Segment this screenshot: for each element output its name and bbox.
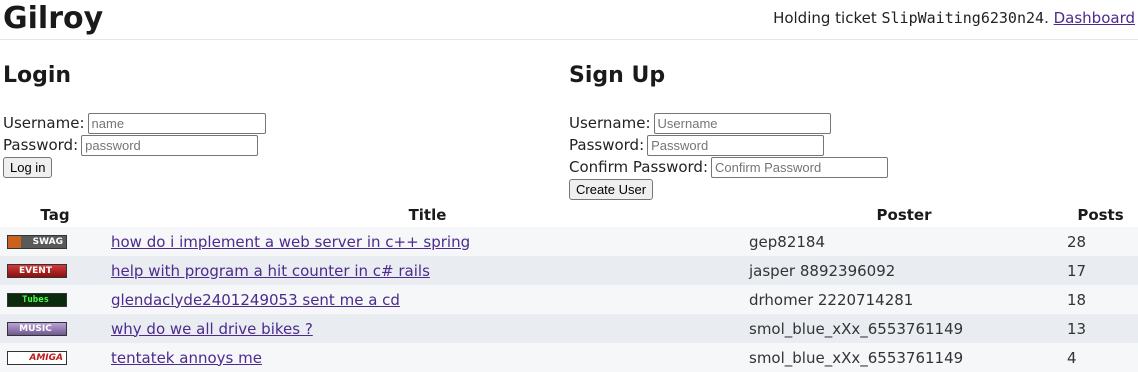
tag-cell: MUSIC: [0, 314, 110, 343]
tag-cell: EVENT: [0, 256, 110, 285]
table-row: AMIGA tentatek annoys me smol_blue_xXx_6…: [0, 343, 1138, 372]
login-form: Username: Password: Log in: [3, 112, 266, 178]
table-row: SWAG how do i implement a web server in …: [0, 227, 1138, 256]
ticket-code: SlipWaiting6230n24: [881, 9, 1045, 27]
ticket-status: Holding ticket SlipWaiting6230n24. Dashb…: [773, 8, 1135, 28]
ticket-prefix: Holding ticket: [773, 9, 882, 27]
title-cell: glendaclyde2401249053 sent me a cd: [110, 285, 745, 314]
signup-username-row: Username:: [569, 112, 888, 134]
login-panel: Login Username: Password: Log in: [3, 62, 266, 178]
site-title: Gilroy: [3, 1, 104, 36]
posts-column-header: Posts: [1077, 206, 1124, 224]
poster-cell: gep82184: [745, 227, 1063, 256]
posts-cell: 17: [1063, 256, 1138, 285]
signup-confirm-label: Confirm Password:: [569, 158, 709, 176]
poster-cell: drhomer 2220714281: [745, 285, 1063, 314]
signup-username-label: Username:: [569, 114, 651, 132]
poster-cell: jasper 8892396092: [745, 256, 1063, 285]
event-tag-icon[interactable]: EVENT: [7, 264, 67, 278]
thread-title-link[interactable]: glendaclyde2401249053 sent me a cd: [111, 291, 400, 309]
login-username-row: Username:: [3, 112, 266, 134]
signup-password-input[interactable]: [647, 134, 825, 156]
title-column-header: Title: [408, 206, 447, 224]
signup-submit-row: Create User: [569, 178, 888, 200]
thread-title-link[interactable]: how do i implement a web server in c++ s…: [111, 233, 470, 251]
music-tag-icon[interactable]: MUSIC: [7, 322, 67, 336]
login-password-input[interactable]: [81, 134, 259, 156]
dashboard-link[interactable]: Dashboard: [1054, 9, 1135, 27]
tag-cell: SWAG: [0, 227, 110, 256]
tag-column-header: Tag: [40, 206, 70, 224]
tag-cell: Tubes: [0, 285, 110, 314]
create-user-button[interactable]: Create User: [569, 178, 654, 200]
signup-password-row: Password:: [569, 134, 888, 156]
tag-cell: AMIGA: [0, 343, 110, 372]
signup-heading: Sign Up: [569, 63, 666, 88]
thread-title-link[interactable]: tentatek annoys me: [111, 349, 262, 367]
site-header: Gilroy Holding ticket SlipWaiting6230n24…: [0, 0, 1138, 40]
signup-panel: Sign Up Username: Password: Confirm Pass…: [569, 62, 889, 200]
ticket-suffix: .: [1044, 9, 1054, 27]
login-password-label: Password:: [3, 136, 79, 154]
login-heading: Login: [3, 63, 72, 88]
posts-cell: 13: [1063, 314, 1138, 343]
swag-tag-icon[interactable]: SWAG: [7, 235, 67, 249]
signup-confirm-input[interactable]: [711, 156, 889, 178]
amiga-tag-icon[interactable]: AMIGA: [7, 351, 67, 365]
threads-table: Tag Title Poster Posts SWAG how do i imp…: [0, 203, 1138, 372]
login-username-input[interactable]: [87, 112, 266, 134]
table-row: Tubes glendaclyde2401249053 sent me a cd…: [0, 285, 1138, 314]
title-cell: how do i implement a web server in c++ s…: [110, 227, 745, 256]
table-row: EVENT help with program a hit counter in…: [0, 256, 1138, 285]
table-row: MUSIC why do we all drive bikes ? smol_b…: [0, 314, 1138, 343]
login-password-row: Password:: [3, 134, 266, 156]
signup-password-label: Password:: [569, 136, 645, 154]
thread-title-link[interactable]: help with program a hit counter in c# ra…: [111, 262, 430, 280]
login-username-label: Username:: [3, 114, 85, 132]
poster-cell: smol_blue_xXx_6553761149: [745, 314, 1063, 343]
title-cell: why do we all drive bikes ?: [110, 314, 745, 343]
title-cell: help with program a hit counter in c# ra…: [110, 256, 745, 285]
login-submit-row: Log in: [3, 156, 266, 178]
posts-cell: 18: [1063, 285, 1138, 314]
signup-username-input[interactable]: [653, 112, 831, 134]
signup-confirm-row: Confirm Password:: [569, 156, 889, 178]
posts-cell: 4: [1063, 343, 1138, 372]
poster-column-header: Poster: [876, 206, 932, 224]
tubes-tag-icon[interactable]: Tubes: [7, 293, 67, 307]
thread-title-link[interactable]: why do we all drive bikes ?: [111, 320, 313, 338]
login-button[interactable]: Log in: [3, 156, 53, 178]
signup-form: Username: Password: Confirm Password: Cr…: [569, 112, 889, 200]
title-cell: tentatek annoys me: [110, 343, 745, 372]
threads-header-row: Tag Title Poster Posts: [0, 203, 1138, 227]
poster-cell: smol_blue_xXx_6553761149: [745, 343, 1063, 372]
posts-cell: 28: [1063, 227, 1138, 256]
